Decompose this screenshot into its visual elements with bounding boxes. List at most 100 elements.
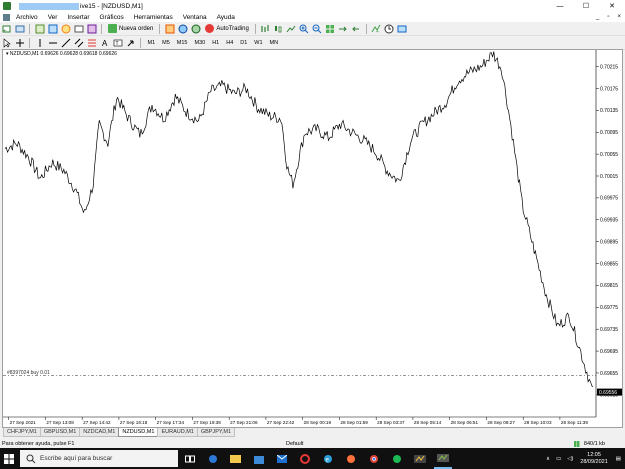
templates-icon[interactable] (397, 24, 407, 34)
price-series (4, 51, 594, 387)
price-chart[interactable]: 0.702550.702150.701750.701350.700950.700… (3, 42, 623, 427)
time-tick-label: 28 Sep 03:37 (377, 420, 405, 425)
mail-icon[interactable] (273, 448, 291, 469)
minimize-button[interactable]: — (547, 0, 573, 12)
mdi-minimize-button[interactable]: _ (596, 14, 599, 20)
data-window-icon[interactable] (48, 24, 58, 34)
firefox-icon[interactable] (342, 448, 360, 469)
store-icon[interactable] (250, 448, 268, 469)
menu-view[interactable]: Ver (48, 14, 58, 21)
menu-window[interactable]: Ventana (183, 14, 207, 21)
timeframe-d1[interactable]: D1 (240, 40, 247, 46)
chart-shift-icon[interactable] (338, 24, 348, 34)
fibonacci-icon[interactable] (87, 38, 97, 48)
crosshair-icon[interactable] (15, 38, 25, 48)
autotrading-button[interactable]: AutoTrading (205, 24, 249, 33)
taskbar-clock[interactable]: 12:05 28/09/2021 (580, 452, 608, 466)
svg-text:+: + (3, 29, 7, 34)
mdi-restore-button[interactable]: ▫ (607, 14, 609, 20)
terminal-icon[interactable] (74, 24, 84, 34)
timeframe-w1[interactable]: W1 (254, 40, 262, 46)
time-tick-label: 27 Sep 14:42 (83, 420, 111, 425)
tab-euraud[interactable]: EURAUD,M1 (157, 428, 198, 437)
svg-text:+: + (376, 29, 379, 34)
tab-chfjpy[interactable]: CHFJPY,M1 (3, 428, 41, 437)
market-watch-icon[interactable] (35, 24, 45, 34)
metaeditor-icon[interactable] (165, 24, 175, 34)
indicators-icon[interactable]: + (371, 24, 381, 34)
signals-icon[interactable] (191, 24, 201, 34)
edge-legacy-icon[interactable] (204, 448, 222, 469)
tab-nzdcad[interactable]: NZDCAD,M1 (79, 428, 120, 437)
timeframe-m1[interactable]: M1 (148, 40, 156, 46)
maximize-button[interactable]: ☐ (573, 0, 599, 12)
menu-file[interactable]: Archivo (16, 14, 38, 21)
timeframe-m30[interactable]: M30 (194, 40, 205, 46)
cursor-icon[interactable] (2, 37, 12, 48)
task-view-icon[interactable] (181, 448, 199, 469)
chart-window[interactable]: 0.702550.702150.701750.701350.700950.700… (2, 42, 623, 428)
notifications-icon[interactable]: ▤ (616, 456, 621, 462)
metatrader-active-icon[interactable] (433, 448, 452, 469)
svg-text:A: A (102, 39, 108, 48)
navigator-icon[interactable] (61, 24, 71, 34)
spotify-icon[interactable] (388, 448, 406, 469)
connection-status[interactable]: 840/1 kb (573, 440, 605, 447)
edge-icon[interactable]: e (319, 448, 337, 469)
file-explorer-icon[interactable] (227, 448, 245, 469)
tile-windows-icon[interactable] (325, 24, 335, 34)
title-bar: ive15 - [NZDUSD,M1] — ☐ ✕ (0, 0, 625, 12)
start-button[interactable] (0, 448, 18, 469)
system-tray: ∧ ▭ ◁) 12:05 28/09/2021 ▤ (543, 448, 625, 469)
metatrader-icon[interactable] (411, 448, 429, 469)
menu-insert[interactable]: Insertar (67, 14, 89, 21)
volume-icon[interactable]: ◁) (567, 456, 573, 462)
auto-scroll-icon[interactable] (351, 24, 361, 34)
taskbar-search[interactable]: Escribe aquí para buscar (20, 450, 178, 467)
periods-icon[interactable] (384, 24, 394, 34)
tab-gbpjpy[interactable]: GBPJPY,M1 (196, 428, 236, 437)
bar-chart-icon[interactable] (260, 24, 270, 34)
menu-tools[interactable]: Herramientas (134, 14, 173, 21)
timeframe-h4[interactable]: H4 (226, 40, 233, 46)
chart-header: ▾ NZDUSD,M1 0.69626 0.69628 0.69618 0.69… (6, 51, 117, 57)
profiles-icon[interactable] (15, 24, 25, 34)
timeframe-mn[interactable]: MN (270, 40, 279, 46)
market-icon[interactable] (178, 24, 188, 34)
menu-charts[interactable]: Gráficos (100, 14, 124, 21)
tab-nzdusd[interactable]: NZDUSD,M1 (118, 428, 159, 437)
chrome-icon[interactable] (365, 448, 383, 469)
text-label-icon[interactable]: T (113, 38, 123, 48)
chart-window-icon[interactable] (3, 13, 10, 21)
line-chart-icon[interactable] (286, 24, 296, 34)
price-tick-label: 0.69895 (600, 239, 618, 245)
vertical-line-icon[interactable] (35, 38, 45, 48)
channel-icon[interactable] (74, 38, 84, 48)
timeframe-m15[interactable]: M15 (177, 40, 188, 46)
tray-overflow-icon[interactable]: ∧ (546, 456, 550, 462)
time-tick-label: 28 Sep 08:27 (487, 420, 515, 425)
arrow-objects-icon[interactable] (126, 38, 136, 48)
new-chart-icon[interactable]: + (2, 24, 12, 34)
time-tick-label: 28 Sep 01:59 (340, 420, 368, 425)
network-icon[interactable]: ▭ (556, 456, 561, 462)
menu-help[interactable]: Ayuda (217, 14, 235, 21)
horizontal-line-icon[interactable] (48, 38, 58, 48)
tab-gbpusd[interactable]: GBPUSD,M1 (39, 428, 81, 437)
timeframe-h1[interactable]: H1 (212, 40, 219, 46)
new-order-button[interactable]: Nueva orden (108, 24, 153, 33)
text-tool-icon[interactable]: A (100, 38, 110, 48)
zoom-out-icon[interactable] (312, 24, 322, 34)
opera-icon[interactable] (296, 448, 314, 469)
strategy-tester-icon[interactable] (87, 24, 97, 34)
close-button[interactable]: ✕ (599, 0, 625, 12)
candlestick-icon[interactable] (273, 24, 283, 34)
price-axis[interactable]: 0.702550.702150.701750.701350.700950.700… (595, 42, 618, 417)
time-tick-label: 27 Sep 22:42 (267, 420, 295, 425)
clock-time: 12:05 (587, 451, 601, 458)
time-axis[interactable]: 27 Sep 2021 27 Sep 13:08 27 Sep 14:42 27 Se… (3, 416, 596, 425)
zoom-in-icon[interactable] (299, 24, 309, 34)
timeframe-m5[interactable]: M5 (162, 40, 170, 46)
mdi-close-button[interactable]: × (617, 14, 621, 20)
trendline-icon[interactable] (61, 38, 71, 48)
